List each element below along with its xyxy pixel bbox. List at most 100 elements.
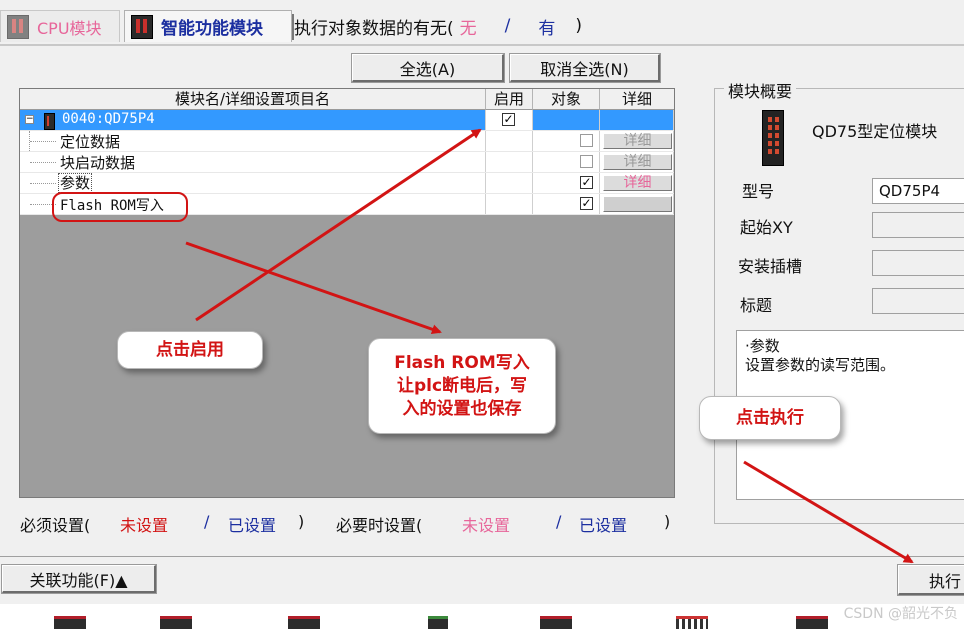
description-line-1: ·参数 bbox=[745, 337, 780, 355]
taskbar-app-icon[interactable] bbox=[288, 616, 320, 629]
row-target-cell: ✓ bbox=[533, 194, 600, 214]
row-name-cell: 块启动数据 bbox=[20, 152, 486, 172]
row-name-cell: 定位数据 bbox=[20, 131, 486, 215]
col-header-enable[interactable]: 启用 bbox=[486, 89, 533, 110]
tree-branch bbox=[30, 141, 56, 143]
tree-branch bbox=[30, 162, 56, 164]
execute-button[interactable]: 执行 bbox=[897, 564, 964, 596]
module-target-cell bbox=[533, 110, 600, 130]
tab-cpu-label: CPU模块 bbox=[37, 18, 102, 38]
deselect-all-button[interactable]: 取消全选(N) bbox=[509, 53, 661, 83]
required-settings-label: 必须设置( bbox=[20, 516, 91, 535]
target-checkbox[interactable] bbox=[580, 134, 593, 147]
tab-cpu-module[interactable]: CPU模块 bbox=[0, 10, 120, 42]
exec-data-none: 无 bbox=[459, 18, 477, 39]
row-detail-cell: 详细 bbox=[600, 131, 674, 151]
flash-note-line-1: Flash ROM写入 bbox=[394, 352, 530, 373]
intelligent-module-icon bbox=[131, 14, 153, 39]
taskbar-app-icon[interactable] bbox=[428, 616, 448, 629]
table-row[interactable]: 块启动数据 详细 bbox=[20, 152, 674, 173]
flash-rom-highlight-ring bbox=[52, 192, 188, 222]
col-header-detail[interactable]: 详细 bbox=[600, 89, 674, 110]
row-target-cell: ✓ bbox=[533, 173, 600, 193]
module-type-label: QD75型定位模块 bbox=[812, 122, 938, 141]
slot-field bbox=[872, 250, 964, 276]
table-row-module[interactable]: − 0040:QD75P4 ✓ bbox=[20, 110, 674, 131]
row-name: 定位数据 bbox=[60, 133, 121, 151]
target-checkbox[interactable] bbox=[580, 155, 593, 168]
exec-data-close: ) bbox=[575, 16, 583, 36]
model-label: 型号 bbox=[742, 182, 775, 201]
optional-settings-label: 必要时设置( bbox=[336, 516, 423, 535]
row-name: 块启动数据 bbox=[60, 154, 136, 172]
callout-click-enable: 点击启用 bbox=[117, 331, 263, 369]
title-field bbox=[872, 288, 964, 314]
module-icon bbox=[44, 113, 55, 130]
row-detail-cell bbox=[600, 194, 674, 214]
start-xy-field bbox=[872, 212, 964, 238]
row-name: 参数 bbox=[58, 173, 93, 193]
table-row[interactable]: 参数 ✓ 详细 bbox=[20, 173, 674, 194]
detail-button[interactable]: 详细 bbox=[603, 154, 672, 170]
taskbar-strip bbox=[0, 604, 964, 629]
row-target-cell bbox=[533, 152, 600, 172]
row-enable-cell bbox=[486, 131, 533, 151]
select-all-button[interactable]: 全选(A) bbox=[351, 53, 505, 83]
module-enable-checkbox[interactable]: ✓ bbox=[502, 113, 515, 126]
row-enable-cell bbox=[486, 173, 533, 193]
module-name-cell: − 0040:QD75P4 bbox=[20, 110, 486, 130]
row-enable-cell bbox=[486, 194, 533, 214]
tab-intelligent-module[interactable]: 智能功能模块 bbox=[124, 10, 292, 42]
row-target-cell bbox=[533, 131, 600, 151]
required-set: 已设置 bbox=[228, 516, 277, 535]
optional-slash: / bbox=[556, 512, 562, 531]
module-overview-title: 模块概要 bbox=[724, 78, 797, 102]
module-detail-cell bbox=[600, 110, 674, 130]
tree-branch bbox=[30, 183, 56, 185]
description-line-2: 设置参数的读写范围。 bbox=[745, 356, 896, 374]
detail-button[interactable]: 详细 bbox=[603, 133, 672, 149]
taskbar-app-icon[interactable] bbox=[160, 616, 192, 629]
taskbar-app-icon[interactable] bbox=[540, 616, 572, 629]
model-field: QD75P4 bbox=[872, 178, 964, 204]
module-enable-cell: ✓ bbox=[486, 110, 533, 130]
flash-note-line-3: 入的设置也保存 bbox=[402, 398, 522, 419]
detail-button-disabled bbox=[603, 196, 672, 212]
title-label: 标题 bbox=[740, 296, 773, 315]
slot-label: 安装插槽 bbox=[738, 257, 803, 276]
cpu-module-icon bbox=[7, 14, 29, 39]
optional-not-set: 未设置 bbox=[462, 516, 511, 535]
collapse-icon[interactable]: − bbox=[25, 115, 34, 124]
target-checkbox[interactable]: ✓ bbox=[580, 197, 593, 210]
optional-set: 已设置 bbox=[579, 516, 628, 535]
callout-flash-rom-note: Flash ROM写入 让plc断电后，写 入的设置也保存 bbox=[368, 338, 556, 434]
bottom-divider bbox=[0, 556, 964, 557]
exec-data-label: 执行对象数据的有无( bbox=[294, 18, 454, 39]
optional-close: ) bbox=[664, 512, 671, 531]
col-header-name[interactable]: 模块名/详细设置项目名 bbox=[20, 89, 486, 110]
table-row[interactable]: 定位数据 详细 bbox=[20, 131, 674, 215]
row-detail-cell: 详细 bbox=[600, 152, 674, 172]
required-slash: / bbox=[204, 512, 210, 531]
flash-note-line-2: 让plc断电后，写 bbox=[396, 375, 528, 396]
col-header-target[interactable]: 对象 bbox=[533, 89, 600, 110]
row-enable-cell bbox=[486, 152, 533, 172]
module-name: 0040:QD75P4 bbox=[62, 111, 155, 127]
related-functions-button[interactable]: 关联功能(F)▲ bbox=[1, 564, 157, 594]
target-checkbox[interactable]: ✓ bbox=[580, 176, 593, 189]
module-table: 模块名/详细设置项目名 启用 对象 详细 − 0040:QD75P4 ✓ 定位数… bbox=[19, 88, 675, 498]
tab-underline bbox=[0, 44, 964, 46]
taskbar-app-icon[interactable] bbox=[54, 616, 86, 629]
taskbar-app-icon[interactable] bbox=[796, 616, 828, 629]
required-not-set: 未设置 bbox=[120, 516, 169, 535]
required-close: ) bbox=[298, 512, 305, 531]
exec-data-has: 有 bbox=[538, 18, 556, 39]
detail-button[interactable]: 详细 bbox=[603, 175, 672, 191]
watermark: CSDN @韶光不负 bbox=[843, 606, 958, 622]
callout-click-execute: 点击执行 bbox=[699, 396, 841, 440]
row-detail-cell: 详细 bbox=[600, 173, 674, 193]
row-name-cell: 参数 bbox=[20, 173, 486, 193]
exec-data-presence: 执行对象数据的有无( 无 / 有 ) bbox=[294, 10, 582, 42]
exec-data-slash: / bbox=[504, 16, 511, 36]
taskbar-app-icon[interactable] bbox=[676, 616, 708, 629]
